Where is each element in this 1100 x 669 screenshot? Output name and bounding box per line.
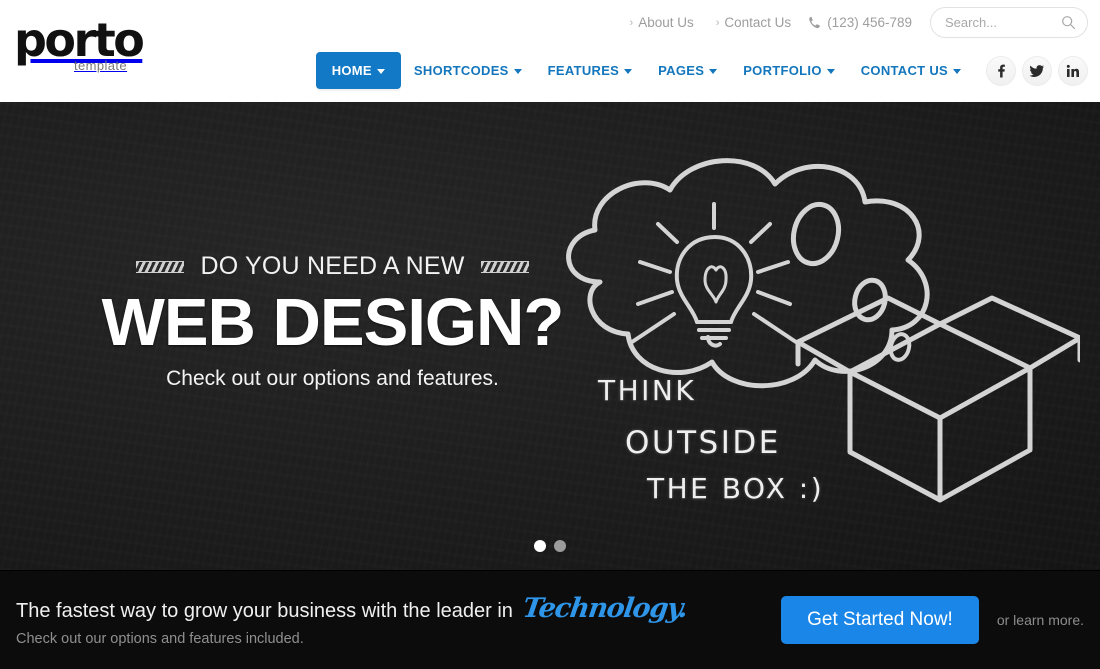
get-started-button[interactable]: Get Started Now! bbox=[781, 596, 979, 644]
top-link-contact-us[interactable]: › Contact Us bbox=[705, 15, 802, 30]
nav-item-label: HOME bbox=[331, 63, 372, 78]
chevron-down-icon bbox=[624, 69, 633, 74]
cta-subheading: Check out our options and features inclu… bbox=[16, 631, 304, 647]
nav-item-label: PORTFOLIO bbox=[743, 63, 822, 78]
cta-heading-text: The fastest way to grow your business wi… bbox=[16, 600, 513, 622]
site-header: porto template › About Us › Contact Us (… bbox=[0, 0, 1100, 102]
hero-kicker: DO YOU NEED A NEW bbox=[0, 252, 665, 281]
social-links bbox=[986, 55, 1088, 86]
hero-headline: WEB DESIGN? bbox=[101, 285, 565, 360]
nav-item-label: SHORTCODES bbox=[413, 63, 509, 78]
social-link-facebook[interactable] bbox=[986, 55, 1016, 86]
learn-more-text[interactable]: or learn more. bbox=[997, 612, 1084, 628]
hero-carousel: THINK OUTSIDE THE BOX :) DO YOU NEED A N… bbox=[0, 102, 1100, 570]
cta-text-block: The fastest way to grow your business wi… bbox=[0, 593, 781, 647]
nav-item-contact-us[interactable]: CONTACT US bbox=[848, 53, 974, 88]
page-root: porto template › About Us › Contact Us (… bbox=[0, 0, 1100, 669]
phone-icon bbox=[809, 16, 821, 29]
hero-subline: Check out our options and features. bbox=[166, 367, 499, 390]
phone-number: (123) 456-789 bbox=[802, 15, 922, 30]
call-to-action-bar: The fastest way to grow your business wi… bbox=[0, 570, 1100, 669]
hero-copy: DO YOU NEED A NEW WEB DESIGN? Check out … bbox=[0, 252, 665, 391]
chevron-down-icon bbox=[376, 69, 385, 74]
linkedin-icon bbox=[1066, 64, 1079, 77]
nav-item-label: CONTACT US bbox=[860, 63, 948, 78]
chevron-down-icon bbox=[953, 69, 961, 74]
hatch-decoration-left bbox=[136, 260, 185, 273]
chevron-right-icon: › bbox=[629, 16, 634, 29]
phone-number-text: (123) 456-789 bbox=[827, 15, 912, 30]
nav-item-portfolio[interactable]: PORTFOLIO bbox=[730, 53, 848, 88]
facebook-icon bbox=[998, 64, 1005, 77]
top-link-label: Contact Us bbox=[724, 15, 792, 30]
nav-item-home[interactable]: HOME bbox=[315, 52, 401, 89]
social-link-linkedin[interactable] bbox=[1058, 55, 1088, 86]
hatch-decoration-right bbox=[480, 260, 529, 273]
nav-item-features[interactable]: FEATURES bbox=[535, 53, 646, 88]
hero-kicker-text: DO YOU NEED A NEW bbox=[200, 252, 465, 280]
social-link-twitter[interactable] bbox=[1022, 55, 1052, 86]
chevron-down-icon bbox=[513, 69, 522, 74]
chevron-down-icon bbox=[826, 69, 835, 74]
chalk-text-line-3: THE BOX :) bbox=[647, 472, 825, 505]
top-link-label: About Us bbox=[638, 15, 694, 30]
carousel-dot-1[interactable] bbox=[534, 540, 546, 552]
nav-item-label: FEATURES bbox=[547, 63, 620, 78]
nav-item-shortcodes[interactable]: SHORTCODES bbox=[401, 53, 535, 88]
top-utility-bar: › About Us › Contact Us (123) 456-789 bbox=[619, 7, 1088, 38]
carousel-pagination bbox=[0, 540, 1100, 552]
logo-tagline: template bbox=[74, 58, 128, 73]
cta-heading: The fastest way to grow your business wi… bbox=[16, 593, 781, 624]
cta-actions: Get Started Now! or learn more. bbox=[781, 596, 1100, 644]
carousel-dot-2[interactable] bbox=[554, 540, 566, 552]
logo-wordmark: porto bbox=[14, 13, 145, 67]
search-input[interactable] bbox=[931, 8, 1087, 37]
nav-item-label: PAGES bbox=[658, 63, 705, 78]
search-box[interactable] bbox=[930, 7, 1088, 38]
chevron-down-icon bbox=[709, 69, 718, 74]
main-navigation: HOME SHORTCODES FEATURES PAGES PORTFOLIO… bbox=[315, 52, 1088, 89]
chevron-right-icon: › bbox=[715, 16, 720, 29]
nav-item-pages[interactable]: PAGES bbox=[645, 53, 730, 88]
cta-heading-accent: Technology. bbox=[520, 593, 689, 624]
twitter-icon bbox=[1029, 64, 1045, 77]
top-link-about-us[interactable]: › About Us bbox=[619, 15, 705, 30]
chalk-text-line-2: OUTSIDE bbox=[625, 425, 781, 461]
site-logo[interactable]: porto template bbox=[14, 16, 254, 73]
